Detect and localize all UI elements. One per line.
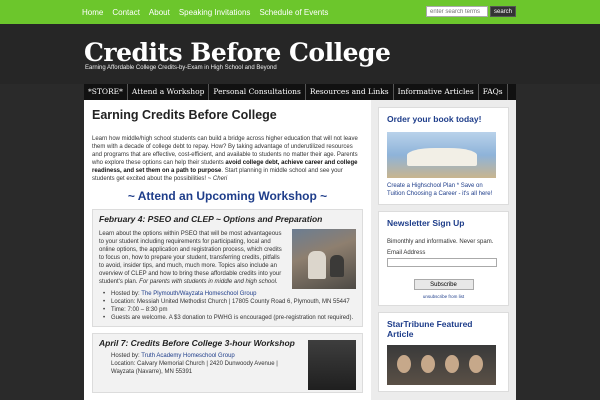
event-location: Location: Messiah United Methodist Churc… [99,298,356,306]
nav-schedule-link[interactable]: Schedule of Events [259,8,328,17]
menu-resources-links[interactable]: Resources and Links [306,84,394,100]
nav-about-link[interactable]: About [149,8,170,17]
intro-signature: Cheri [212,176,228,182]
nav-contact-link[interactable]: Contact [112,8,140,17]
nav-speaking-link[interactable]: Speaking Invitations [179,8,251,17]
subscribe-button[interactable]: Subscribe [413,279,474,290]
menu-faqs[interactable]: FAQs [479,84,508,100]
event-card-april: April 7: Credits Before College 3-hour W… [92,333,363,393]
event-title: February 4: PSEO and CLEP ~ Options and … [99,214,323,224]
newsletter-title: Newsletter Sign Up [387,218,465,228]
main-navigation: *STORE* Attend a Workshop Personal Consu… [84,84,516,100]
page-title: Earning Credits Before College [92,108,277,122]
hosted-by-label: Hosted by: [111,291,142,297]
host-group-link[interactable]: Truth Academy Homeschool Group [141,353,235,359]
menu-informative-articles[interactable]: Informative Articles [394,84,479,100]
event-description: Learn about the options within PSEO that… [99,230,285,286]
site-title[interactable]: Credits Before College [84,38,391,67]
sidebar: Order your book today! Create a Highscho… [371,100,516,400]
startribune-widget: StarTribune Featured Article [378,312,509,392]
event-desc-text: Learn about the options within PSEO that… [99,231,282,285]
search-button[interactable]: search [490,6,516,17]
nav-home-link[interactable]: Home [82,8,103,17]
event-guests-note: Guests are welcome. A $3 donation to PWH… [99,314,356,322]
startribune-title: StarTribune Featured Article [387,319,473,339]
event-details-list: Hosted by: Truth Academy Homeschool Grou… [99,352,299,376]
event-hosted-by: Hosted by: The Plymouth/Wayzata Homescho… [99,290,356,298]
top-nav-links: Home Contact About Speaking Invitations … [82,0,337,24]
menu-personal-consultations[interactable]: Personal Consultations [209,84,306,100]
order-book-caption[interactable]: Create a Highschool Plan * Save on Tuiti… [387,182,500,198]
event-hosted-by: Hosted by: Truth Academy Homeschool Grou… [99,352,299,360]
unsubscribe-link[interactable]: unsubscribe from list [387,294,500,299]
menu-attend-workshop[interactable]: Attend a Workshop [128,84,210,100]
search-form: search [426,6,516,17]
email-field[interactable] [387,258,497,267]
event-audience: For parents with students in middle and … [139,279,278,285]
event-details-list: Hosted by: The Plymouth/Wayzata Homescho… [99,290,356,322]
order-book-widget: Order your book today! Create a Highscho… [378,107,509,205]
menu-store[interactable]: *STORE* [84,84,128,100]
order-book-title: Order your book today! [387,114,482,124]
intro-paragraph: Learn how middle/high school students ca… [92,135,363,183]
site-header: Credits Before College Earning Affordabl… [0,24,600,84]
book-cover-image[interactable] [387,132,496,178]
email-label: Email Address [387,250,426,256]
search-input[interactable] [426,6,488,17]
main-column: Earning Credits Before College Learn how… [84,100,371,400]
workshop-photo [292,229,356,289]
hosted-by-label: Hosted by: [111,353,142,359]
event-location: Location: Calvary Memorial Church | 2420… [111,361,278,375]
event-time: Time: 7:00 – 8:30 pm [99,306,356,314]
content-area: Earning Credits Before College Learn how… [84,100,516,400]
event-card-february: February 4: PSEO and CLEP ~ Options and … [92,209,363,327]
newsletter-widget: Newsletter Sign Up Bimonthly and informa… [378,211,509,306]
newsletter-description: Bimonthly and informative. Never spam. [387,239,494,245]
site-tagline: Earning Affordable College Credits-by-Ex… [85,65,277,71]
workshop-flyer-image [308,340,356,390]
top-navigation: Home Contact About Speaking Invitations … [0,0,600,24]
host-group-link[interactable]: The Plymouth/Wayzata Homeschool Group [141,291,256,297]
startribune-photo[interactable] [387,345,496,385]
workshop-subheading: ~ Attend an Upcoming Workshop ~ [127,189,328,203]
